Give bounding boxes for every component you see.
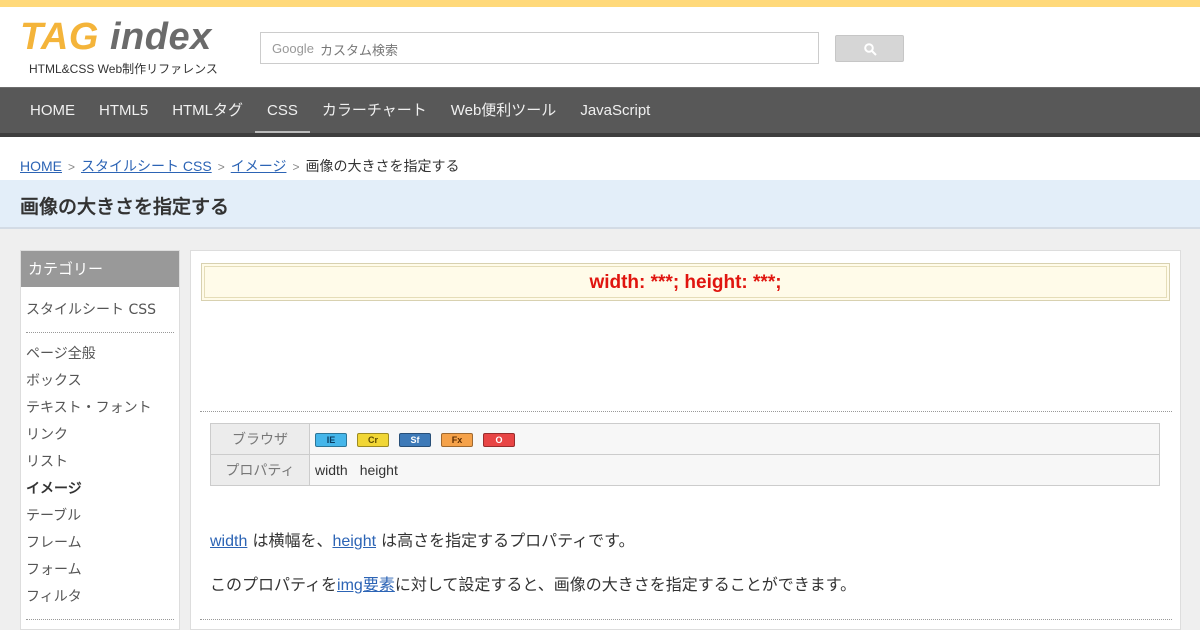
sidebar-item-form[interactable]: フォーム — [21, 557, 179, 584]
sidebar-divider — [26, 619, 174, 620]
sidebar-item-box[interactable]: ボックス — [21, 368, 179, 395]
top-accent-stripe — [0, 0, 1200, 7]
nav-item-color-chart[interactable]: カラーチャート — [310, 88, 439, 133]
chevron-right-icon: > — [292, 160, 300, 174]
description-paragraph-2: このプロパティをimg要素に対して設定すると、画像の大きさを指定することができま… — [210, 571, 856, 595]
breadcrumb-image-link[interactable]: イメージ — [231, 158, 287, 174]
site-header: TAG index HTML&CSS Web制作リファレンス Google カス… — [0, 7, 1200, 87]
nav-item-css[interactable]: CSS — [255, 88, 310, 133]
sidebar-item-frame[interactable]: フレーム — [21, 530, 179, 557]
breadcrumb-home-link[interactable]: HOME — [20, 158, 62, 174]
sidebar-divider — [26, 332, 174, 333]
height-link[interactable]: height — [332, 533, 376, 550]
sidebar-item-page[interactable]: ページ全般 — [21, 341, 179, 368]
firefox-badge-icon: Fx — [441, 433, 473, 448]
section-divider — [200, 411, 1172, 412]
para1-text1: は横幅を、 — [247, 531, 333, 550]
property-label: プロパティ — [210, 454, 310, 486]
property-values: width height — [309, 454, 1160, 486]
syntax-box: width: ***; height: ***; — [201, 263, 1170, 301]
ie-badge-icon: IE — [315, 433, 347, 448]
width-link[interactable]: width — [210, 533, 247, 550]
description-paragraph-1: width は横幅を、height は高さを指定するプロパティです。 — [210, 527, 635, 551]
sidebar-item-table[interactable]: テーブル — [21, 503, 179, 530]
table-row: ブラウザ IE Cr Sf Fx O — [210, 423, 1160, 455]
breadcrumb-current: 画像の大きさを指定する — [305, 158, 460, 174]
para2-text2: に対して設定すると、画像の大きさを指定することができます。 — [394, 575, 857, 594]
para1-text2: は高さを指定するプロパティです。 — [376, 531, 635, 550]
table-row: プロパティ width height — [210, 454, 1160, 486]
search-icon — [864, 43, 877, 56]
nav-item-home[interactable]: HOME — [18, 88, 87, 133]
site-logo[interactable]: TAG index — [20, 17, 212, 57]
page-title-bar: 画像の大きさを指定する — [0, 180, 1200, 229]
safari-badge-icon: Sf — [399, 433, 431, 448]
breadcrumb: HOME > スタイルシート CSS > イメージ > 画像の大きさを指定する — [20, 156, 459, 176]
main-content: width: ***; height: ***; ブラウザ IE Cr Sf Fx O … — [190, 250, 1181, 630]
sidebar-heading: カテゴリー — [21, 251, 179, 287]
property-height: height — [359, 462, 398, 478]
logo-index-text: index — [109, 16, 212, 58]
syntax-text: width: ***; height: ***; — [204, 266, 1167, 298]
sidebar-item-stylesheet-css[interactable]: スタイルシート CSS — [21, 297, 179, 324]
page-title: 画像の大きさを指定する — [20, 196, 230, 218]
sidebar-item-link[interactable]: リンク — [21, 422, 179, 449]
browser-badges: IE Cr Sf Fx O — [309, 423, 1160, 455]
nav-item-web-tools[interactable]: Web便利ツール — [439, 88, 569, 133]
sidebar-item-image[interactable]: イメージ — [21, 476, 179, 503]
sidebar-item-text-font[interactable]: テキスト・フォント — [21, 395, 179, 422]
sidebar-item-filter[interactable]: フィルタ — [21, 584, 179, 611]
nav-item-html-tags[interactable]: HTMLタグ — [160, 88, 255, 133]
para2-text1: このプロパティを — [210, 575, 338, 594]
nav-item-html5[interactable]: HTML5 — [87, 88, 160, 133]
nav-list: HOME HTML5 HTMLタグ CSS カラーチャート Web便利ツール J… — [0, 88, 1200, 133]
nav-item-javascript[interactable]: JavaScript — [568, 88, 662, 133]
chevron-right-icon: > — [68, 160, 76, 174]
main-nav: HOME HTML5 HTMLタグ CSS カラーチャート Web便利ツール J… — [0, 87, 1200, 137]
section-divider — [200, 619, 1172, 620]
browser-label: ブラウザ — [210, 423, 310, 455]
property-info-table: ブラウザ IE Cr Sf Fx O プロパティ width height — [210, 423, 1160, 486]
search-box[interactable]: Google カスタム検索 — [260, 32, 822, 65]
site-tagline: HTML&CSS Web制作リファレンス — [29, 62, 218, 76]
sidebar-item-list[interactable]: リスト — [21, 449, 179, 476]
breadcrumb-css-link[interactable]: スタイルシート CSS — [81, 158, 212, 174]
search-button[interactable] — [835, 35, 904, 62]
logo-tag-text: TAG — [20, 16, 99, 58]
img-element-link[interactable]: img要素 — [337, 577, 395, 594]
search-input[interactable] — [261, 33, 822, 65]
chevron-right-icon: > — [217, 160, 225, 174]
chrome-badge-icon: Cr — [357, 433, 389, 448]
opera-badge-icon: O — [483, 433, 515, 448]
category-sidebar: カテゴリー スタイルシート CSS ページ全般 ボックス テキスト・フォント リ… — [20, 250, 180, 630]
property-width: width — [315, 462, 348, 478]
